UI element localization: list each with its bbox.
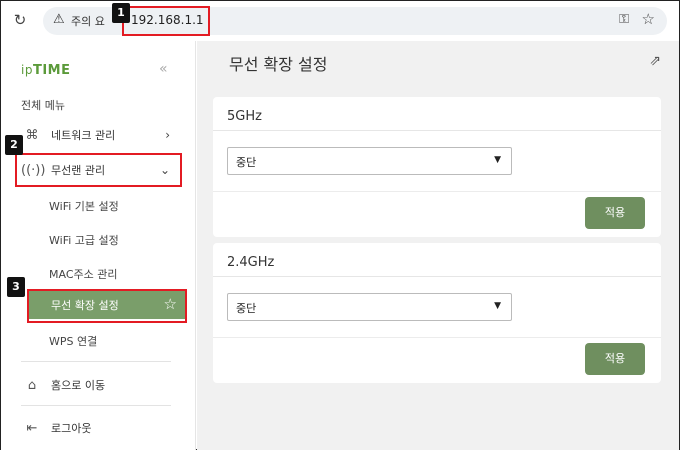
network-icon: ⌘ [25,127,39,143]
card-divider [213,276,661,277]
select-value: 중단 [236,302,257,315]
sidebar-item-label: 홈으로 이동 [51,379,106,392]
sidebar-subitem-wifi-basic[interactable]: WiFi 기본 설정 [49,198,119,214]
sidebar-subitem-wifi-advanced[interactable]: WiFi 고급 설정 [49,232,119,248]
extension-mode-select-5ghz[interactable]: 중단 ▼ [227,147,512,175]
page-title: 무선 확장 설정 [229,55,328,74]
collapse-sidebar-icon[interactable]: « [159,61,168,77]
chevron-right-icon: › [165,128,170,142]
sidebar-item-home[interactable]: ⌂ 홈으로 이동 [21,373,176,397]
band-card-5ghz: 5GHz 중단 ▼ 적용 [213,97,661,237]
card-divider [213,337,661,338]
select-value: 중단 [236,156,257,169]
apply-button-2-4ghz[interactable]: 적용 [585,343,645,375]
sidebar-divider [21,361,171,362]
card-divider [213,130,661,131]
sidebar-item-label: 네트워크 관리 [51,129,116,142]
all-menu-label: 전체 메뉴 [21,99,65,112]
sidebar-subitem-mac-address[interactable]: MAC주소 관리 [49,266,117,282]
band-label: 5GHz [227,109,262,124]
security-warning-label[interactable]: 주의 요 [71,13,105,29]
key-icon[interactable]: ⚿ [619,12,629,27]
sidebar-item-network[interactable]: ⌘ 네트워크 관리 › [21,123,176,147]
step-badge-3: 3 [7,277,25,297]
bookmark-star-icon[interactable]: ☆ [642,10,655,28]
iptime-logo[interactable]: ipTIME [21,63,70,78]
step-badge-1: 1 [112,3,130,23]
reload-icon[interactable]: ↻ [11,11,29,29]
logout-icon: ⇤ [26,420,38,436]
highlight-box-wireless [15,153,182,187]
sidebar: ipTIME « 전체 메뉴 ⌘ 네트워크 관리 › ((·)) 무선랜 관리 … [1,41,196,450]
highlight-box-extension [27,289,187,323]
sidebar-item-logout[interactable]: ⇤ 로그아웃 [21,416,176,440]
browser-toolbar: ↻ ⚠ 주의 요 192.168.1.1 ⚿ ☆ [1,1,679,41]
sidebar-divider [21,405,171,406]
export-icon[interactable]: ⇗ [649,53,661,69]
card-divider [213,191,661,192]
main-content: 무선 확장 설정 ⇗ 5GHz 중단 ▼ 적용 2.4GHz 중단 ▼ 적용 [197,41,679,450]
warning-icon[interactable]: ⚠ [53,12,65,27]
highlight-box-url [122,6,210,36]
apply-button-5ghz[interactable]: 적용 [585,197,645,229]
sidebar-subitem-wps[interactable]: WPS 연결 [49,333,97,349]
sidebar-item-label: 로그아웃 [51,422,92,435]
band-card-2-4ghz: 2.4GHz 중단 ▼ 적용 [213,243,661,383]
dropdown-arrow-icon: ▼ [494,301,501,311]
dropdown-arrow-icon: ▼ [494,155,501,165]
extension-mode-select-2-4ghz[interactable]: 중단 ▼ [227,293,512,321]
step-badge-2: 2 [5,135,23,155]
band-label: 2.4GHz [227,255,275,270]
home-icon: ⌂ [27,377,37,393]
